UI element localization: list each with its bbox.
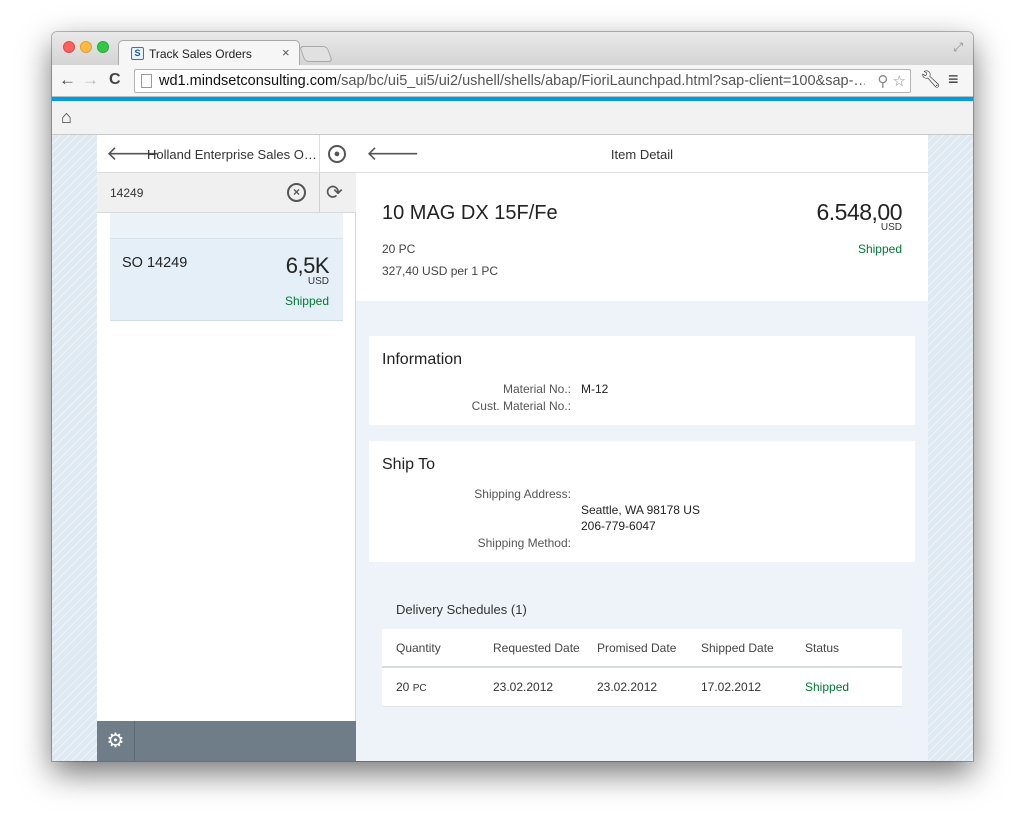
address-bar[interactable]: wd1.mindsetconsulting.com/sap/bc/ui5_ui5… (134, 69, 911, 93)
cell-shipped-date: 17.02.2012 (701, 680, 762, 694)
browser-toolbar: ← → C wd1.mindsetconsulting.com/sap/bc/u… (52, 65, 973, 97)
tab-title: Track Sales Orders (149, 47, 252, 61)
home-icon[interactable]: ⌂ (61, 107, 72, 128)
shipping-method-label: Shipping Method: (477, 536, 571, 550)
close-window-button[interactable] (63, 41, 75, 53)
list-item-unit: USD (307, 276, 329, 287)
object-unit: USD (880, 222, 902, 233)
list-item-status: Shipped (284, 294, 329, 308)
search-separator (319, 173, 320, 213)
tab-close-icon[interactable]: × (282, 45, 290, 60)
list-item-title: SO 14249 (122, 255, 188, 271)
material-value: M-12 (581, 382, 609, 396)
page-icon (141, 74, 152, 88)
search-bar: × ⟳ (97, 173, 356, 213)
object-price: 327,40 USD per 1 PC (382, 264, 499, 278)
wrench-icon[interactable]: 🔧︎ (920, 70, 942, 90)
master-footer: ⚙ (97, 721, 356, 761)
refresh-icon[interactable]: ⟳ (326, 180, 343, 205)
column-header: Requested Date (493, 641, 580, 655)
url-text[interactable]: wd1.mindsetconsulting.com/sap/bc/ui5_ui5… (159, 73, 865, 89)
master-pane: 🡐 Holland Enterprise Sales Or… ● × ⟳ SO … (97, 135, 356, 761)
cell-promised-date: 23.02.2012 (597, 680, 658, 694)
table-header-row: Quantity Requested Date Promised Date Sh… (382, 629, 902, 668)
zoom-icon[interactable]: ⚲ (877, 73, 888, 90)
shell-header: ⌂ (52, 101, 973, 135)
settings-gear-icon[interactable]: ⚙ (97, 721, 135, 761)
information-title: Information (382, 351, 463, 368)
back-arrow-icon[interactable]: ← (59, 70, 76, 90)
master-header: 🡐 Holland Enterprise Sales Or… ● (97, 135, 356, 173)
ship-to-title: Ship To (382, 456, 436, 473)
table-row[interactable]: 20 PC 23.02.2012 23.02.2012 17.02.2012 S… (382, 668, 902, 707)
right-background-strip (928, 135, 973, 761)
detail-header: 🡐 Item Detail (356, 135, 928, 173)
column-header: Status (805, 641, 840, 655)
quantity-unit: PC (412, 683, 427, 694)
minimize-window-button[interactable] (80, 41, 92, 53)
search-input[interactable] (97, 173, 319, 213)
menu-icon[interactable]: ≡ (948, 69, 959, 90)
url-host: wd1.mindsetconsulting.com (159, 73, 338, 89)
shipping-address-label: Shipping Address: (474, 487, 571, 501)
new-tab-button[interactable] (299, 46, 333, 62)
zoom-window-button[interactable] (97, 41, 109, 53)
detail-pane: 🡐 Item Detail 10 MAG DX 15F/Fe 6.548,00 … (356, 135, 928, 761)
browser-window: S Track Sales Orders × ⤢ ← → C wd1.minds… (52, 32, 973, 761)
reload-icon[interactable]: C (109, 71, 121, 89)
object-title: 10 MAG DX 15F/Fe (382, 202, 558, 224)
fullscreen-icon[interactable]: ⤢ (953, 40, 963, 55)
shipping-address-line2: 206-779-6047 (581, 519, 656, 533)
ship-to-panel: Ship To Shipping Address: Seattle, WA 98… (369, 441, 915, 562)
object-status: Shipped (857, 242, 902, 256)
column-header: Quantity (396, 641, 441, 655)
header-separator (319, 135, 320, 173)
favicon-icon: S (131, 47, 144, 60)
browser-tab[interactable]: S Track Sales Orders × (118, 40, 300, 65)
user-icon[interactable]: ● (328, 145, 346, 163)
information-panel: Information Material No.: M-12 Cust. Mat… (369, 336, 915, 425)
delivery-table: Quantity Requested Date Promised Date Sh… (382, 629, 902, 707)
cell-quantity: 20 PC (396, 680, 427, 694)
column-header: Shipped Date (701, 641, 774, 655)
detail-title: Item Detail (610, 147, 674, 162)
list-spacer (110, 213, 343, 239)
cust-material-label: Cust. Material No.: (471, 399, 571, 413)
master-title: Holland Enterprise Sales Or… (147, 147, 319, 162)
clear-search-icon[interactable]: × (287, 183, 306, 202)
delivery-schedules-title: Delivery Schedules (1) (396, 602, 527, 617)
shipping-address-line1: Seattle, WA 98178 US (581, 503, 700, 517)
material-label: Material No.: (502, 382, 571, 396)
list-item[interactable]: SO 14249 6,5K USD Shipped (110, 239, 343, 321)
cell-status: Shipped (805, 680, 850, 694)
url-path: /sap/bc/ui5_ui5/ui2/ushell/shells/abap/F… (337, 73, 865, 89)
forward-arrow-icon[interactable]: → (82, 70, 99, 90)
column-header: Promised Date (597, 641, 677, 655)
cell-requested-date: 23.02.2012 (493, 680, 554, 694)
title-bar: S Track Sales Orders × ⤢ (52, 32, 973, 65)
object-header: 10 MAG DX 15F/Fe 6.548,00 USD Shipped 20… (356, 173, 928, 301)
quantity-value: 20 (396, 680, 410, 694)
bookmark-star-icon[interactable]: ☆ (893, 73, 906, 90)
object-quantity: 20 PC (382, 242, 416, 256)
